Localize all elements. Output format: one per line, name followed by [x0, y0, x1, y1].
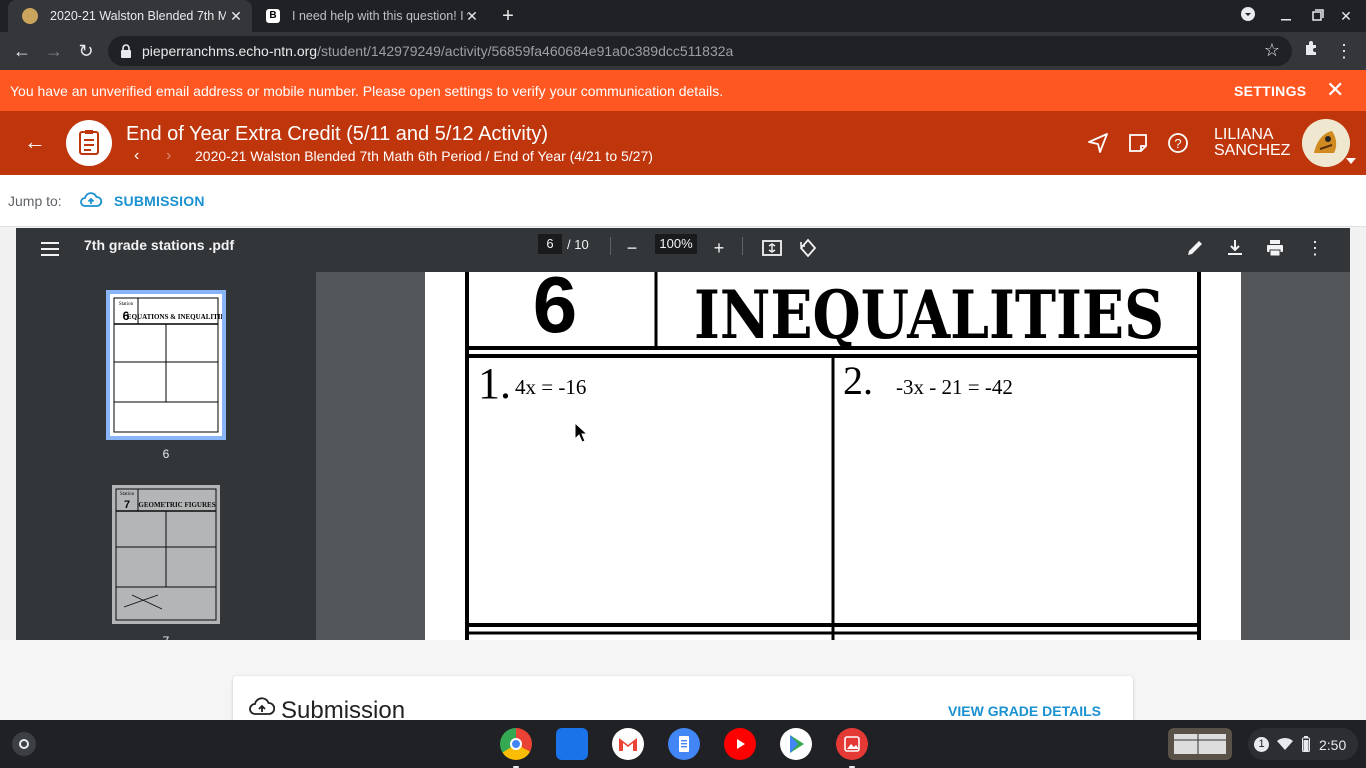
- docs-icon[interactable]: [668, 728, 700, 760]
- pdf-filename: 7th grade stations .pdf: [84, 237, 235, 253]
- activity-type-icon: [66, 120, 112, 166]
- status-tray[interactable]: 1 2:50: [1248, 728, 1358, 760]
- problem-1-number: 1.: [478, 359, 511, 408]
- next-activity-icon[interactable]: ›: [166, 147, 171, 165]
- toolbar-divider: [610, 237, 611, 255]
- lower-content: Submission VIEW GRADE DETAILS: [0, 640, 1366, 736]
- pdf-viewer: 7th grade stations .pdf 6 / 10 − 100% + …: [16, 228, 1350, 640]
- toolbar-divider: [742, 237, 743, 255]
- launcher-icon[interactable]: [12, 732, 36, 756]
- back-arrow-icon[interactable]: ←: [24, 131, 46, 153]
- pdf-page: 6 INEQUALITIES 1. 4x = -16 2. -3x - 21 =…: [425, 272, 1241, 640]
- svg-text:?: ?: [1174, 136, 1181, 151]
- rotate-icon[interactable]: [797, 237, 819, 259]
- activity-title: End of Year Extra Credit (5/11 and 5/12 …: [126, 123, 549, 145]
- tab-title: 2020-21 Walston Blended 7th M: [50, 9, 226, 23]
- restore-icon[interactable]: [1308, 6, 1328, 26]
- clock: 2:50: [1319, 737, 1347, 753]
- settings-link[interactable]: SETTINGS: [1234, 83, 1306, 99]
- page-number-input[interactable]: 6: [538, 234, 562, 254]
- download-icon[interactable]: [1224, 237, 1246, 259]
- notes-icon[interactable]: [1126, 131, 1150, 155]
- jump-to-label: Jump to:: [8, 193, 62, 209]
- help-icon[interactable]: ?: [1166, 131, 1190, 155]
- page-thumbnail-selected[interactable]: Station 6 EQUATIONS & INEQUALITIES: [106, 290, 229, 440]
- problem-2-text: -3x - 21 = -42: [896, 375, 1013, 399]
- station-heading: INEQUALITIES: [694, 276, 1164, 354]
- tab-strip: 2020-21 Walston Blended 7th M ✕ B I need…: [0, 0, 1366, 32]
- svg-text:7: 7: [124, 499, 130, 511]
- problem-2-number: 2.: [843, 358, 873, 403]
- cloud-upload-icon: [249, 697, 275, 715]
- annotate-pencil-icon[interactable]: [1184, 237, 1206, 259]
- pdf-sidebar-menu-icon[interactable]: [40, 239, 60, 259]
- tab-title: I need help with this question! I w: [292, 9, 468, 23]
- reload-icon[interactable]: ↻: [74, 39, 98, 63]
- user-avatar[interactable]: [1302, 119, 1350, 167]
- station-number: 6: [533, 272, 578, 349]
- os-shelf: 1 2:50: [0, 720, 1366, 768]
- notification-count-badge: 1: [1254, 737, 1269, 752]
- forward-icon[interactable]: →: [42, 39, 66, 63]
- mouse-pointer-icon: [574, 422, 588, 443]
- cloud-upload-icon[interactable]: [79, 190, 103, 210]
- school-favicon-icon: [22, 8, 38, 24]
- holding-space-thumbnail[interactable]: [1168, 728, 1232, 760]
- chrome-icon[interactable]: [500, 728, 532, 768]
- youtube-icon[interactable]: [724, 728, 756, 760]
- user-menu-caret-icon[interactable]: [1346, 158, 1356, 164]
- page-total: / 10: [567, 237, 589, 252]
- close-tab-icon[interactable]: ✕: [228, 8, 244, 24]
- thumbnail-label: 6: [162, 447, 170, 461]
- tab-search-icon[interactable]: [1238, 6, 1258, 26]
- browser-tab-active[interactable]: 2020-21 Walston Blended 7th M ✕: [8, 0, 252, 32]
- play-store-icon[interactable]: [780, 728, 812, 760]
- files-icon[interactable]: [556, 728, 588, 760]
- svg-text:Station: Station: [120, 492, 135, 497]
- brainly-favicon-icon: B: [266, 9, 280, 23]
- more-options-icon[interactable]: ⋮: [1304, 237, 1326, 259]
- extensions-icon[interactable]: [1300, 39, 1324, 63]
- send-message-icon[interactable]: [1086, 131, 1110, 155]
- unverified-contact-notice: You have an unverified email address or …: [0, 70, 1366, 111]
- close-tab-icon[interactable]: ✕: [464, 8, 480, 24]
- lock-icon: [121, 44, 131, 58]
- svg-text:GEOMETRIC FIGURES: GEOMETRIC FIGURES: [138, 501, 215, 509]
- activity-header: ← End of Year Extra Credit (5/11 and 5/1…: [0, 111, 1366, 175]
- zoom-level-input[interactable]: 100%: [655, 234, 697, 254]
- thumbnail-sidebar: Station 6 EQUATIONS & INEQUALITIES 6 Sta…: [16, 272, 316, 640]
- submission-jump-link[interactable]: SUBMISSION: [114, 193, 205, 209]
- course-breadcrumb[interactable]: 2020-21 Walston Blended 7th Math 6th Per…: [195, 148, 653, 164]
- gallery-icon[interactable]: [836, 728, 868, 768]
- browser-tab[interactable]: B I need help with this question! I w ✕: [252, 0, 488, 32]
- svg-text:EQUATIONS & INEQUALITIES: EQUATIONS & INEQUALITIES: [127, 313, 222, 321]
- minimize-icon[interactable]: [1276, 6, 1296, 26]
- fit-to-page-icon[interactable]: [761, 237, 783, 259]
- notice-message: You have an unverified email address or …: [10, 83, 724, 99]
- back-icon[interactable]: ←: [10, 39, 34, 63]
- problem-1-text: 4x = -16: [515, 375, 586, 399]
- wifi-icon: [1277, 737, 1293, 750]
- url-text: pieperranchms.echo-ntn.org/student/14297…: [142, 43, 734, 59]
- pdf-toolbar: 7th grade stations .pdf 6 / 10 − 100% + …: [16, 228, 1350, 272]
- menu-kebab-icon[interactable]: ⋮: [1332, 39, 1356, 63]
- page-thumbnail[interactable]: Station 7 GEOMETRIC FIGURES: [112, 485, 220, 624]
- browser-toolbar: ← → ↻ pieperranchms.echo-ntn.org/student…: [0, 32, 1366, 70]
- jump-to-bar: Jump to: SUBMISSION: [0, 175, 1366, 227]
- zoom-out-icon[interactable]: −: [621, 237, 643, 259]
- bookmark-star-icon[interactable]: ☆: [1264, 40, 1280, 61]
- new-tab-icon[interactable]: +: [498, 6, 518, 26]
- user-name[interactable]: LILIANA SANCHEZ: [1214, 127, 1290, 159]
- address-bar[interactable]: pieperranchms.echo-ntn.org/student/14297…: [108, 36, 1292, 66]
- print-icon[interactable]: [1264, 237, 1286, 259]
- previous-activity-icon[interactable]: ‹: [134, 147, 139, 165]
- view-grade-details-link[interactable]: VIEW GRADE DETAILS: [948, 703, 1101, 719]
- close-window-icon[interactable]: ✕: [1336, 6, 1356, 26]
- zoom-in-icon[interactable]: +: [708, 237, 730, 259]
- svg-text:Station: Station: [119, 302, 134, 307]
- close-notice-icon[interactable]: ✕: [1326, 79, 1344, 101]
- battery-icon: [1302, 736, 1310, 752]
- gmail-icon[interactable]: [612, 728, 644, 760]
